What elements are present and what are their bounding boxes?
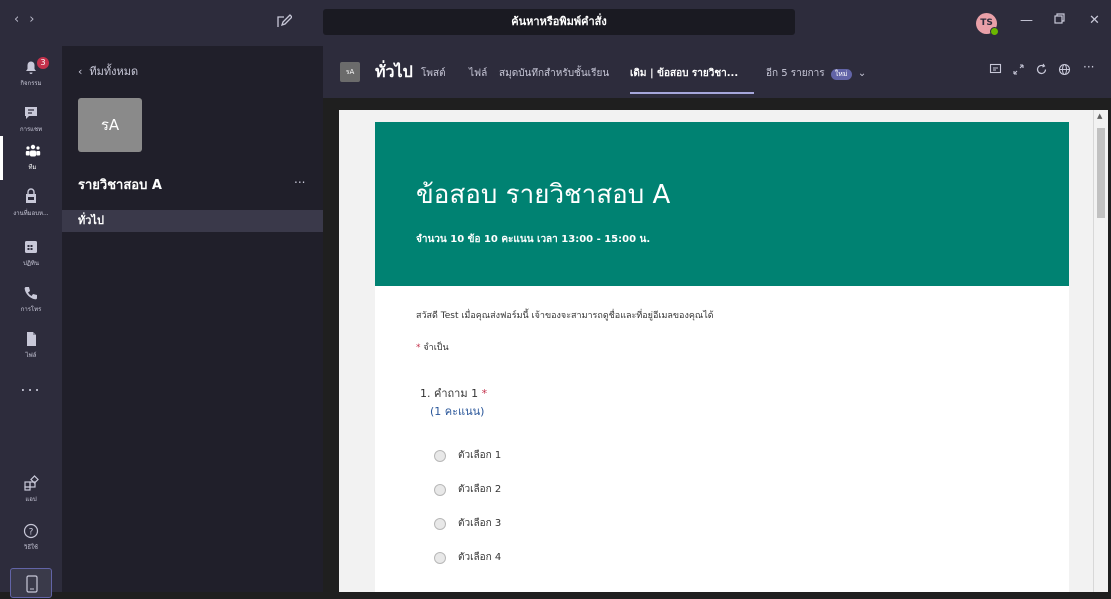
channel-item-general[interactable]: ทั่วไป: [62, 210, 323, 232]
tab-exam[interactable]: เดิม | ข้อสอบ รายวิชา...: [630, 66, 738, 81]
radio-button[interactable]: [434, 449, 446, 462]
rail-item-calls[interactable]: การโทร: [0, 278, 62, 322]
rail-label: วิธีใช้: [23, 544, 39, 551]
rail-label: ไฟล์: [25, 352, 37, 359]
tab-more[interactable]: อีก 5 รายการ ใหม่ ⌄: [766, 66, 866, 81]
active-tab-indicator: [630, 92, 754, 94]
form-banner: ข้อสอบ รายวิชาสอบ A จำนวน 10 ข้อ 10 คะแน…: [375, 122, 1069, 286]
rail-item-apps[interactable]: แอป: [0, 468, 62, 512]
rail-label: ปฏิทิน: [23, 260, 39, 267]
tab-content: ข้อสอบ รายวิชาสอบ A จำนวน 10 ข้อ 10 คะแน…: [323, 98, 1111, 592]
team-avatar: รA: [78, 98, 142, 152]
rail-item-teams[interactable]: ทีม: [0, 136, 62, 180]
history-nav: ‹›: [14, 12, 44, 27]
question-text: 1. คำถาม 1: [420, 387, 479, 400]
apps-icon: [24, 475, 39, 491]
channel-header: รA ทั่วไป โพสต์ ไฟล์ สมุดบันทึกสำหรับชั้…: [323, 46, 1111, 98]
teams-icon: [25, 144, 40, 157]
rail-label: การแชท: [19, 126, 43, 133]
conversation-icon[interactable]: [989, 63, 1002, 76]
svg-text:?: ?: [29, 528, 34, 538]
rail-label: งานที่มอบห...: [13, 210, 49, 217]
radio-button[interactable]: [434, 551, 446, 564]
option-1[interactable]: ตัวเลือก 1: [434, 448, 501, 463]
tab-class-notebook[interactable]: สมุดบันทึกสำหรับชั้นเรียน: [499, 66, 609, 81]
help-icon: ?: [23, 523, 39, 539]
globe-icon[interactable]: [1058, 63, 1071, 76]
title-bar: ‹› ค้นหาหรือพิมพ์คำสั่ง TS — ✕: [0, 0, 1111, 46]
compose-icon[interactable]: [276, 13, 292, 29]
scrollbar-thumb[interactable]: [1097, 128, 1105, 218]
option-label: ตัวเลือก 1: [458, 450, 502, 461]
rail-item-help[interactable]: ? วิธีใช้: [0, 516, 62, 560]
rail-item-assignments[interactable]: งานที่มอบห...: [0, 182, 62, 226]
new-badge: ใหม่: [830, 69, 852, 80]
chevron-left-icon: ‹: [78, 65, 83, 78]
form-card: ข้อสอบ รายวิชาสอบ A จำนวน 10 ข้อ 10 คะแน…: [375, 122, 1069, 592]
radio-button[interactable]: [434, 517, 446, 530]
question-title: 1. คำถาม 1 *: [420, 384, 487, 402]
required-star: *: [416, 343, 421, 353]
search-input[interactable]: ค้นหาหรือพิมพ์คำสั่ง: [323, 9, 795, 35]
team-panel: ‹ ทีมทั้งหมด รA รายวิชาสอบ A ... ทั่วไป: [62, 46, 323, 592]
channel-avatar: รA: [340, 62, 360, 82]
option-4[interactable]: ตัวเลือก 4: [434, 550, 501, 565]
form-title: ข้อสอบ รายวิชาสอบ A: [416, 180, 671, 210]
more-apps-button[interactable]: ...: [0, 376, 62, 395]
team-name: รายวิชาสอบ A: [78, 178, 162, 193]
team-more-button[interactable]: ...: [294, 172, 305, 186]
tab-posts[interactable]: โพสต์: [421, 66, 446, 81]
back-arrow-icon[interactable]: ‹: [14, 12, 29, 27]
close-icon[interactable]: ✕: [1089, 13, 1100, 28]
user-avatar[interactable]: TS: [976, 13, 999, 36]
option-label: ตัวเลือก 3: [458, 518, 502, 529]
all-teams-link[interactable]: ‹ ทีมทั้งหมด: [78, 62, 138, 80]
required-note: * จำเป็น: [416, 340, 449, 354]
activity-badge: 3: [37, 57, 49, 69]
app-rail: 3 กิจกรรม การแชท ทีม งานที่มอบห... ปฏิทิ…: [0, 46, 62, 598]
rail-item-calendar[interactable]: ปฏิทิน: [0, 232, 62, 276]
form-description: จำนวน 10 ข้อ 10 คะแนน เวลา 13:00 - 15:00…: [416, 234, 651, 245]
all-teams-label: ทีมทั้งหมด: [89, 65, 139, 78]
option-label: ตัวเลือก 4: [458, 552, 502, 563]
assignments-icon: [26, 188, 36, 203]
more-tabs-label: อีก 5 รายการ: [766, 68, 825, 79]
radio-button[interactable]: [434, 483, 446, 496]
forward-arrow-icon[interactable]: ›: [29, 12, 44, 27]
rail-item-files[interactable]: ไฟล์: [0, 324, 62, 368]
rail-item-activity[interactable]: 3 กิจกรรม: [0, 52, 62, 96]
phone-device-icon: [26, 575, 38, 593]
status-available-icon: [990, 27, 999, 36]
chevron-down-icon: ⌄: [854, 68, 867, 79]
tab-files[interactable]: ไฟล์: [469, 66, 487, 81]
option-3[interactable]: ตัวเลือก 3: [434, 516, 501, 531]
question-required-star: *: [481, 387, 488, 400]
rail-label: การโทร: [20, 306, 42, 313]
phone-icon: [24, 287, 37, 300]
rail-label: ทีม: [28, 164, 37, 171]
channel-title: ทั่วไป: [375, 62, 413, 81]
option-2[interactable]: ตัวเลือก 2: [434, 482, 501, 497]
file-icon: [27, 332, 36, 346]
rail-label: แอป: [25, 496, 37, 503]
calendar-icon: [25, 241, 37, 253]
form-greeting: สวัสดี Test เมื่อคุณส่งฟอร์มนี้ เจ้าของจ…: [416, 311, 714, 321]
question-points: (1 คะแนน): [430, 405, 485, 418]
required-label: จำเป็น: [423, 343, 449, 353]
device-button[interactable]: [10, 568, 52, 598]
chat-icon: [25, 107, 37, 119]
maximize-icon[interactable]: [1054, 13, 1065, 24]
form-viewport: ข้อสอบ รายวิชาสอบ A จำนวน 10 ข้อ 10 คะแน…: [339, 110, 1093, 592]
rail-label: กิจกรรม: [20, 80, 42, 87]
minimize-icon[interactable]: —: [1020, 13, 1033, 28]
option-label: ตัวเลือก 2: [458, 484, 502, 495]
expand-icon[interactable]: [1012, 63, 1025, 76]
vertical-scrollbar[interactable]: ▲: [1093, 110, 1108, 592]
refresh-icon[interactable]: [1035, 63, 1048, 76]
scroll-up-icon[interactable]: ▲: [1097, 112, 1102, 120]
more-options-icon[interactable]: ···: [1083, 60, 1094, 74]
user-initials: TS: [980, 18, 993, 28]
